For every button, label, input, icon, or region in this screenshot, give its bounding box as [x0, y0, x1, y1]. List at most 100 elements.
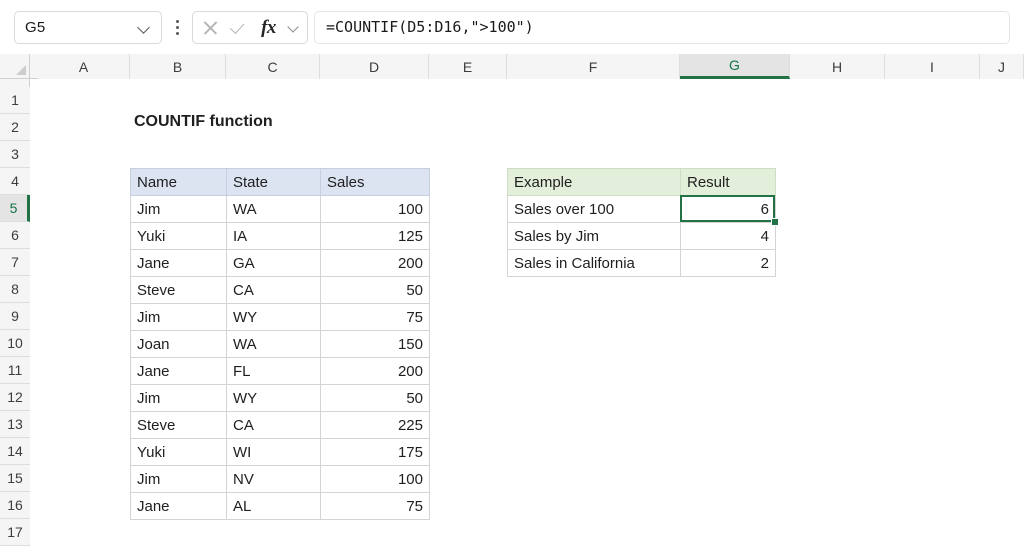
data-cell-sales[interactable]: 50: [321, 385, 430, 412]
data-cell-state[interactable]: WA: [227, 331, 321, 358]
data-cell-name[interactable]: Jim: [131, 466, 227, 493]
data-cell-sales[interactable]: 50: [321, 277, 430, 304]
example-cell-label[interactable]: Sales by Jim: [508, 223, 681, 250]
column-header-C[interactable]: C: [226, 54, 320, 79]
data-cell-sales[interactable]: 100: [321, 196, 430, 223]
data-cell-name[interactable]: Jim: [131, 304, 227, 331]
row-header-15[interactable]: 15: [0, 465, 30, 492]
close-icon[interactable]: [201, 18, 220, 37]
kebab-menu-icon[interactable]: [166, 11, 188, 44]
data-cell-name[interactable]: Jim: [131, 196, 227, 223]
data-cell-state[interactable]: AL: [227, 493, 321, 520]
data-cell-name[interactable]: Steve: [131, 412, 227, 439]
row-header-2[interactable]: 2: [0, 114, 30, 141]
column-header-A[interactable]: A: [38, 54, 130, 79]
data-table-header-sales[interactable]: Sales: [321, 169, 430, 196]
data-cell-state[interactable]: WY: [227, 304, 321, 331]
data-cell-state[interactable]: CA: [227, 412, 321, 439]
example-cell-result[interactable]: 2: [681, 250, 776, 277]
row-header-label: 6: [11, 227, 19, 243]
fx-icon[interactable]: fx: [259, 18, 278, 37]
data-cell-name[interactable]: Jim: [131, 385, 227, 412]
table-row: JoanWA150: [131, 331, 430, 358]
chevron-down-icon[interactable]: [138, 21, 151, 34]
row-header-6[interactable]: 6: [0, 222, 30, 249]
example-table-header-result[interactable]: Result: [681, 169, 776, 196]
data-cell-state[interactable]: WY: [227, 385, 321, 412]
data-table-header-state[interactable]: State: [227, 169, 321, 196]
column-header-label: B: [173, 59, 182, 75]
data-cell-sales[interactable]: 125: [321, 223, 430, 250]
data-table-header-name[interactable]: Name: [131, 169, 227, 196]
row-header-11[interactable]: 11: [0, 357, 30, 384]
data-cell-state[interactable]: FL: [227, 358, 321, 385]
row-header-column: 1234567891011121314151617: [0, 79, 30, 538]
data-cell-name[interactable]: Yuki: [131, 439, 227, 466]
row-header-17[interactable]: 17: [0, 519, 30, 546]
data-cell-name[interactable]: Jane: [131, 493, 227, 520]
row-header-8[interactable]: 8: [0, 276, 30, 303]
row-header-10[interactable]: 10: [0, 330, 30, 357]
column-header-F[interactable]: F: [507, 54, 680, 79]
chevron-down-icon[interactable]: [288, 22, 299, 33]
example-cell-label[interactable]: Sales over 100: [508, 196, 681, 223]
column-header-row: A B CDE F G HIJ: [30, 54, 1024, 79]
data-cell-sales[interactable]: 100: [321, 466, 430, 493]
example-cell-result[interactable]: 4: [681, 223, 776, 250]
data-cell-sales[interactable]: 225: [321, 412, 430, 439]
data-cell-sales[interactable]: 75: [321, 493, 430, 520]
row-header-4[interactable]: 4: [0, 168, 30, 195]
row-header-5[interactable]: 5: [0, 195, 30, 222]
formula-bar: G5 fx =COUNTIF(D5:D16,">100"): [0, 0, 1024, 54]
row-header-3[interactable]: 3: [0, 141, 30, 168]
table-row: JaneAL75: [131, 493, 430, 520]
column-header-B[interactable]: B: [130, 54, 226, 79]
column-header-label: G: [729, 57, 740, 73]
table-row: Sales in California2: [508, 250, 776, 277]
check-icon[interactable]: [230, 18, 249, 37]
example-table-header-example[interactable]: Example: [508, 169, 681, 196]
data-cell-name[interactable]: Joan: [131, 331, 227, 358]
row-header-1[interactable]: 1: [0, 87, 30, 114]
name-box[interactable]: G5: [14, 11, 162, 44]
table-row: SteveCA225: [131, 412, 430, 439]
column-header-I[interactable]: I: [885, 54, 980, 79]
data-cell-sales[interactable]: 200: [321, 358, 430, 385]
data-cell-sales[interactable]: 150: [321, 331, 430, 358]
row-header-label: 8: [11, 281, 19, 297]
row-header-16[interactable]: 16: [0, 492, 30, 519]
column-header-G[interactable]: G: [680, 54, 790, 79]
data-cell-name[interactable]: Jane: [131, 250, 227, 277]
row-header-9[interactable]: 9: [0, 303, 30, 330]
data-cell-state[interactable]: GA: [227, 250, 321, 277]
data-cell-state[interactable]: CA: [227, 277, 321, 304]
row-header-12[interactable]: 12: [0, 384, 30, 411]
example-cell-label[interactable]: Sales in California: [508, 250, 681, 277]
column-header-D[interactable]: D: [320, 54, 429, 79]
data-cell-sales[interactable]: 75: [321, 304, 430, 331]
example-cell-result[interactable]: 6: [681, 196, 776, 223]
table-row: JaneFL200: [131, 358, 430, 385]
data-cell-sales[interactable]: 175: [321, 439, 430, 466]
data-cell-state[interactable]: WA: [227, 196, 321, 223]
column-header-J[interactable]: J: [980, 54, 1024, 79]
data-cell-state[interactable]: NV: [227, 466, 321, 493]
row-header-14[interactable]: 14: [0, 438, 30, 465]
column-header-E[interactable]: E: [429, 54, 507, 79]
data-cell-name[interactable]: Yuki: [131, 223, 227, 250]
row-header-7[interactable]: 7: [0, 249, 30, 276]
table-row: YukiWI175: [131, 439, 430, 466]
fill-handle[interactable]: [771, 218, 779, 226]
data-cell-name[interactable]: Jane: [131, 358, 227, 385]
select-all-triangle-icon[interactable]: [0, 54, 30, 79]
row-header-label: 9: [11, 308, 19, 324]
column-header-H[interactable]: H: [790, 54, 885, 79]
data-cell-state[interactable]: WI: [227, 439, 321, 466]
data-cell-sales[interactable]: 200: [321, 250, 430, 277]
formula-input[interactable]: =COUNTIF(D5:D16,">100"): [314, 11, 1010, 44]
data-cell-state[interactable]: IA: [227, 223, 321, 250]
column-header-label: F: [589, 59, 598, 75]
data-cell-name[interactable]: Steve: [131, 277, 227, 304]
table-row: JimNV100: [131, 466, 430, 493]
row-header-13[interactable]: 13: [0, 411, 30, 438]
